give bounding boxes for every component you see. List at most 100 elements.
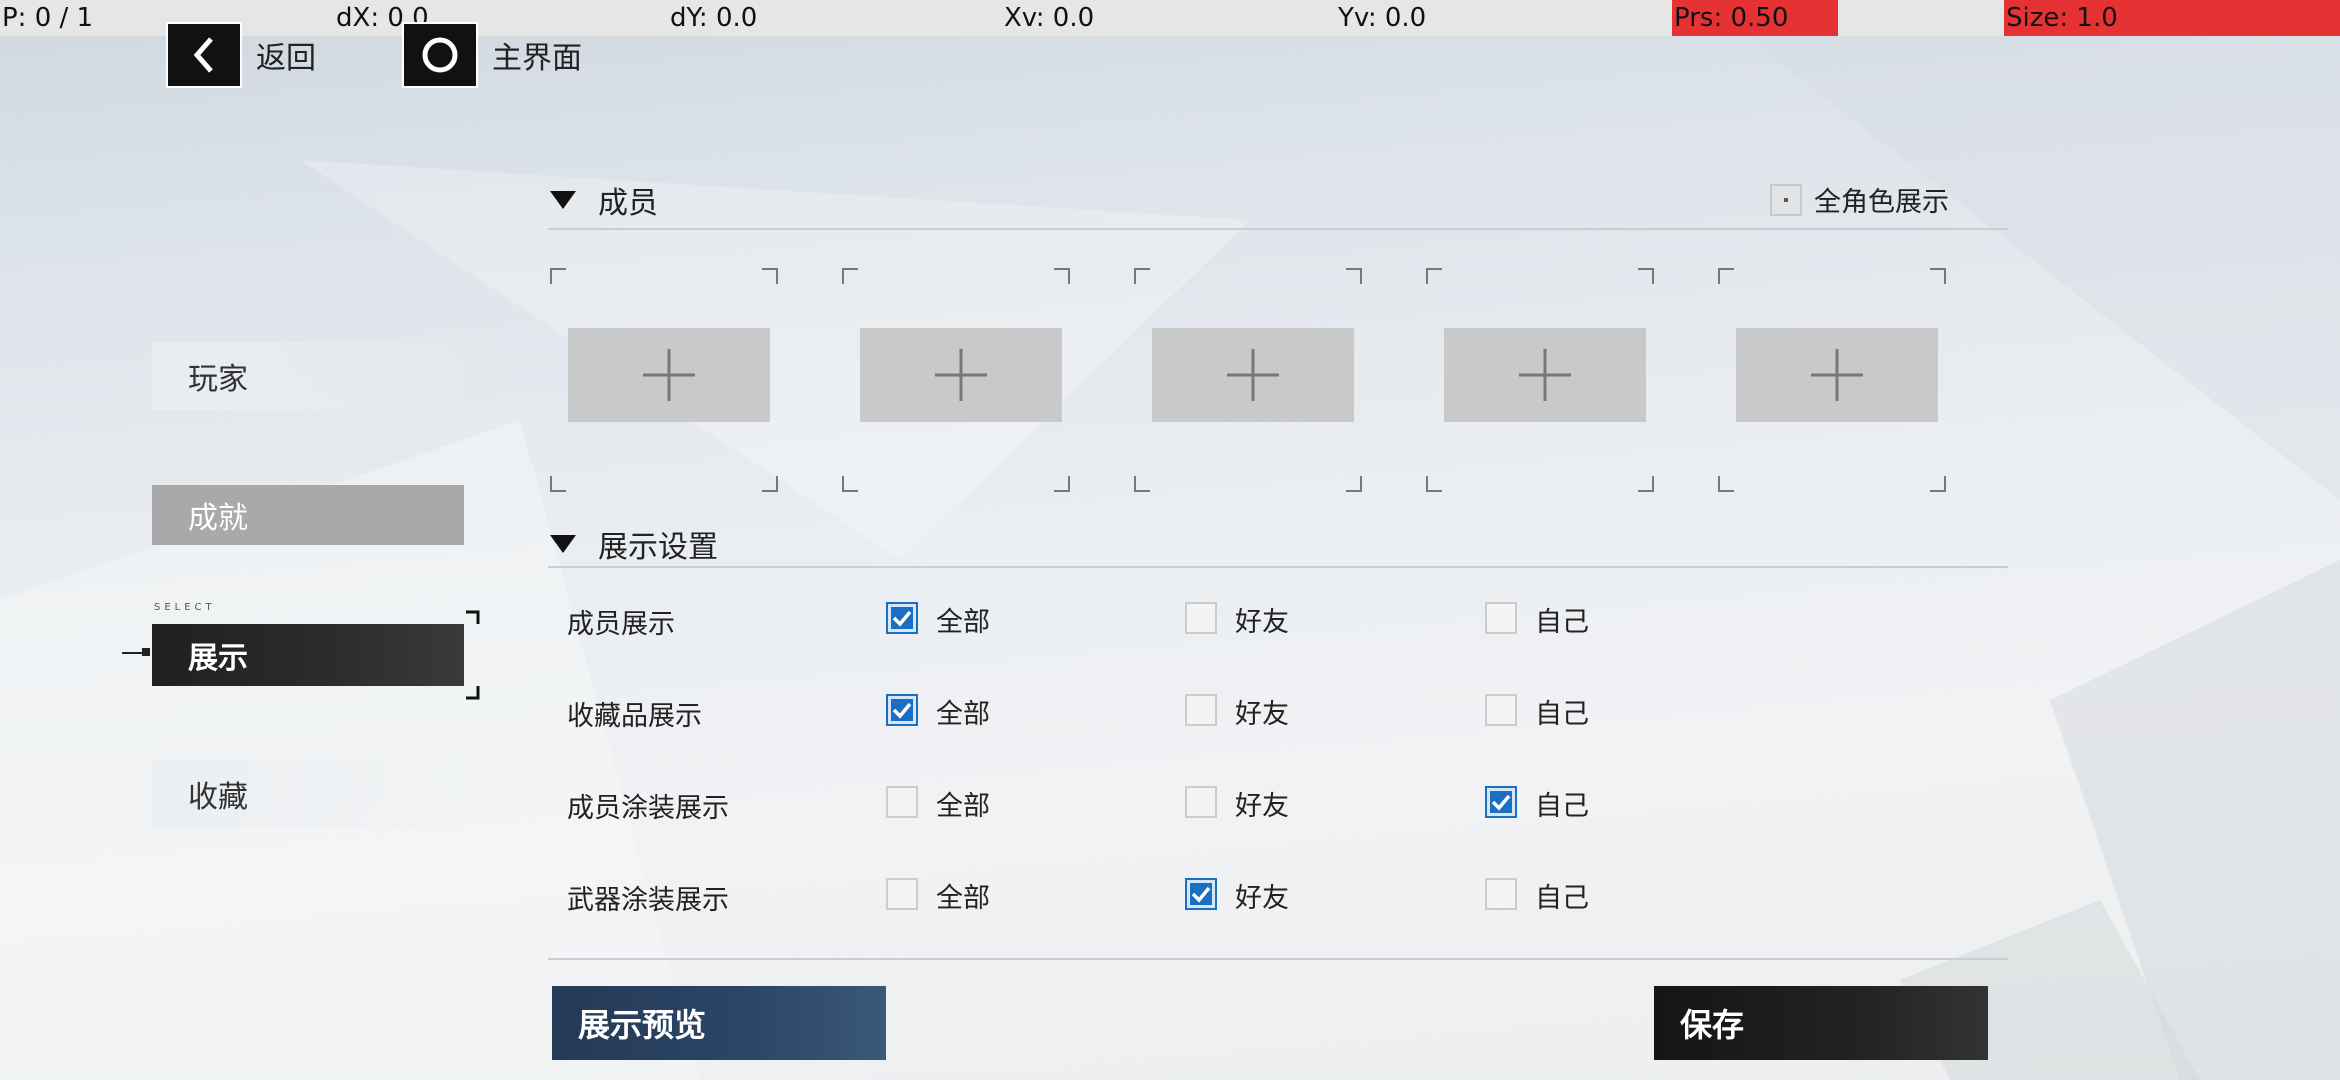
save-label: 保存 (1680, 1006, 1745, 1044)
touch-size: Size: 1.0 (2004, 0, 2340, 36)
members-title: 成员 (598, 186, 658, 221)
home-icon-box (402, 22, 478, 88)
display-preview-label: 展示预览 (578, 1006, 707, 1044)
setting-row-label: 成员展示 (567, 609, 675, 640)
setting-checkbox[interactable] (1485, 694, 1517, 726)
setting-checkbox[interactable] (886, 602, 918, 634)
plus-icon (643, 349, 695, 401)
delta-y: dY: 0.0 (670, 3, 758, 33)
sidebar-item-collection[interactable]: 收藏 (152, 760, 462, 828)
plus-icon (1519, 349, 1571, 401)
slot-corner-mark (1054, 268, 1070, 284)
setting-checkbox[interactable] (1185, 602, 1217, 634)
slot-corner-mark (1638, 268, 1654, 284)
settings-divider (548, 566, 2008, 568)
pointer-count: P: 0 / 1 (2, 3, 94, 33)
setting-checkbox[interactable] (886, 878, 918, 910)
add-member-button[interactable] (568, 328, 770, 422)
slot-corner-mark (762, 476, 778, 492)
slot-corner-mark (842, 268, 858, 284)
setting-option-label: 自己 (1535, 883, 1589, 914)
member-slot (1718, 268, 2010, 500)
setting-checkbox[interactable] (1185, 786, 1217, 818)
setting-checkbox[interactable] (1185, 694, 1217, 726)
add-member-button[interactable] (1736, 328, 1938, 422)
add-member-button[interactable] (860, 328, 1062, 422)
collapse-triangle-icon (550, 535, 576, 553)
slot-corner-mark (1718, 476, 1734, 492)
velocity-y: Yv: 0.0 (1338, 3, 1427, 33)
all-roles-toggle[interactable]: 全角色展示 (1770, 180, 1949, 219)
setting-row-label: 武器涂装展示 (567, 885, 729, 916)
all-roles-label: 全角色展示 (1814, 187, 1949, 218)
slot-corner-mark (1346, 476, 1362, 492)
setting-option-label: 好友 (1235, 883, 1289, 914)
sidebar-item-label: 收藏 (188, 780, 248, 815)
back-label: 返回 (256, 41, 316, 76)
member-slot (1134, 268, 1426, 500)
members-section-header[interactable]: 成员 (550, 178, 658, 222)
setting-checkbox[interactable] (1485, 602, 1517, 634)
slot-corner-mark (1638, 476, 1654, 492)
add-member-button[interactable] (1152, 328, 1354, 422)
pressure: Prs: 0.50 (1672, 0, 1838, 36)
checkmark-icon (892, 702, 912, 719)
setting-checkbox[interactable] (1485, 786, 1517, 818)
setting-option-label: 全部 (936, 791, 990, 822)
slot-corner-mark (1426, 268, 1442, 284)
all-roles-checkbox[interactable] (1770, 183, 1802, 216)
plus-icon (935, 349, 987, 401)
slot-corner-mark (550, 476, 566, 492)
setting-option-label: 全部 (936, 699, 990, 730)
sidebar-item-label: 展示 (188, 641, 248, 676)
slot-corner-mark (1426, 476, 1442, 492)
setting-checkbox[interactable] (886, 786, 918, 818)
member-slot (1426, 268, 1718, 500)
member-slot (842, 268, 1134, 500)
setting-checkbox[interactable] (1485, 878, 1517, 910)
member-slot (550, 268, 842, 500)
setting-option-label: 自己 (1535, 791, 1589, 822)
display-preview-button[interactable]: 展示预览 (552, 986, 886, 1060)
setting-row-label: 收藏品展示 (567, 701, 702, 732)
velocity-x: Xv: 0.0 (1004, 3, 1095, 33)
setting-option-label: 自己 (1535, 699, 1589, 730)
collapse-triangle-icon (550, 191, 576, 209)
slot-corner-mark (762, 268, 778, 284)
setting-option-label: 自己 (1535, 607, 1589, 638)
home-label: 主界面 (492, 41, 582, 76)
display-settings-header[interactable]: 展示设置 (550, 522, 718, 566)
setting-option-label: 好友 (1235, 699, 1289, 730)
debug-statusbar: P: 0 / 1 dX: 0.0 dY: 0.0 Xv: 0.0 Yv: 0.0… (0, 0, 2340, 36)
select-tag: SELECT (154, 602, 216, 613)
checkmark-icon (1191, 886, 1211, 903)
add-member-button[interactable] (1444, 328, 1646, 422)
slot-corner-mark (1930, 476, 1946, 492)
slot-corner-mark (842, 476, 858, 492)
slot-corner-mark (1930, 268, 1946, 284)
setting-option-label: 全部 (936, 883, 990, 914)
home-button[interactable]: 主界面 (402, 22, 582, 88)
slot-corner-mark (1134, 268, 1150, 284)
setting-checkbox[interactable] (886, 694, 918, 726)
checkmark-icon (1491, 794, 1511, 811)
checkmark-icon (892, 610, 912, 627)
chevron-left-icon (193, 37, 213, 73)
sidebar-item-display[interactable]: 展示 (152, 624, 464, 686)
save-button[interactable]: 保存 (1654, 986, 1988, 1060)
sidebar-item-player[interactable]: 玩家 (152, 342, 462, 410)
slot-corner-mark (1134, 476, 1150, 492)
sidebar-item-label: 玩家 (188, 362, 248, 397)
setting-checkbox[interactable] (1185, 878, 1217, 910)
setting-row-label: 成员涂装展示 (567, 793, 729, 824)
setting-option-label: 好友 (1235, 607, 1289, 638)
sidebar-item-achievements[interactable]: 成就 (152, 485, 464, 545)
back-button[interactable]: 返回 (166, 22, 316, 88)
plus-icon (1227, 349, 1279, 401)
sidebar-item-label: 成就 (188, 501, 248, 536)
back-icon-box (166, 22, 242, 88)
selection-pointer-dot (142, 648, 150, 656)
members-divider (548, 228, 2008, 230)
selection-brackets (466, 610, 480, 700)
footer-divider (548, 958, 2008, 960)
